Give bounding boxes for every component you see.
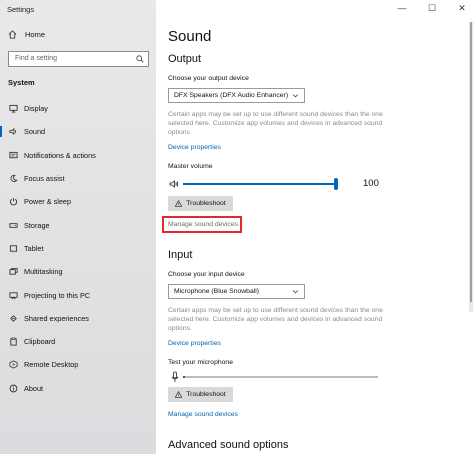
sidebar-item-label: Sound [24,127,46,137]
input-device-value: Microphone (Blue Snowball) [174,288,260,295]
sidebar-item-label: Storage [24,220,50,230]
microphone-level-meter [168,370,398,384]
display-icon [9,105,18,113]
sidebar-item-label: Clipboard [24,337,56,347]
chevron-down-icon [292,94,299,98]
sidebar-item-label: Display [24,104,48,114]
microphone-icon [171,371,179,382]
output-device-select[interactable]: DFX Speakers (DFX Audio Enhancer) [168,88,305,103]
advanced-sound-options-heading: Advanced sound options [168,439,289,451]
sidebar-nav: Display Sound Notifications & actions Fo… [0,97,156,400]
projecting-icon [9,291,18,299]
sidebar-item-clipboard[interactable]: Clipboard [0,330,156,353]
sidebar-item-remote-desktop[interactable]: Remote Desktop [0,353,156,376]
sidebar-item-label: Multitasking [24,267,63,277]
sidebar-item-projecting[interactable]: Projecting to this PC [0,283,156,306]
output-description: Certain apps may be set up to use differ… [168,111,383,136]
home-nav[interactable]: Home [8,30,45,39]
chevron-down-icon [292,290,299,294]
volume-value: 100 [363,178,379,189]
sidebar-item-label: About [24,383,44,393]
sidebar-item-display[interactable]: Display [0,97,156,120]
troubleshoot-label: Troubleshoot [186,200,226,207]
warning-icon [175,391,183,398]
input-device-properties-link[interactable]: Device properties [168,340,221,347]
volume-thumb[interactable] [334,178,338,190]
input-heading: Input [168,249,193,261]
manage-sound-devices-link[interactable]: Manage sound devices [168,221,238,228]
sidebar-item-focus-assist[interactable]: Focus assist [0,167,156,190]
search-icon [136,55,144,63]
input-manage-sound-devices-link[interactable]: Manage sound devices [168,411,238,418]
microphone-track [183,376,378,378]
sidebar-item-label: Tablet [24,243,44,253]
sidebar-item-about[interactable]: About [0,377,156,400]
search-input[interactable]: Find a setting [8,51,149,67]
multitasking-icon [9,268,18,275]
output-device-value: DFX Speakers (DFX Audio Enhancer) [174,92,289,99]
remote-icon [9,360,18,369]
window-title: Settings [7,5,35,14]
output-heading: Output [168,53,202,65]
volume-track [183,183,336,185]
home-label: Home [25,30,46,39]
input-description: Certain apps may be set up to use differ… [168,307,383,332]
input-device-label: Choose your input device [168,271,245,278]
sidebar-item-notifications[interactable]: Notifications & actions [0,144,156,167]
sidebar-item-sound[interactable]: Sound [0,120,156,143]
home-icon [8,30,17,39]
warning-icon [175,200,183,207]
scrollbar-thumb[interactable] [470,22,472,302]
info-icon [9,384,18,393]
speaker-icon [9,128,17,136]
output-device-label: Choose your output device [168,75,249,82]
sidebar-item-multitasking[interactable]: Multitasking [0,260,156,283]
sidebar-item-tablet[interactable]: Tablet [0,237,156,260]
main-content: Sound Output Choose your output device D… [162,0,468,454]
sidebar-item-label: Shared experiences [24,313,89,323]
power-icon [9,198,18,206]
output-device-properties-link[interactable]: Device properties [168,144,221,151]
sidebar-item-label: Notifications & actions [24,150,96,160]
tablet-icon [9,245,18,252]
sidebar-item-label: Power & sleep [24,197,72,207]
input-device-select[interactable]: Microphone (Blue Snowball) [168,284,305,299]
output-troubleshoot-button[interactable]: Troubleshoot [168,196,233,211]
troubleshoot-label: Troubleshoot [186,391,226,398]
sidebar-item-storage[interactable]: Storage [0,213,156,236]
section-label: System [8,78,35,87]
storage-icon [9,222,18,228]
notifications-icon [9,151,18,158]
microphone-level [183,376,185,378]
input-troubleshoot-button[interactable]: Troubleshoot [168,387,233,402]
master-volume-slider[interactable]: 100 [168,177,398,191]
sidebar-item-label: Projecting to this PC [24,290,91,300]
master-volume-label: Master volume [168,163,213,170]
test-microphone-label: Test your microphone [168,359,233,366]
moon-icon [10,174,18,182]
clipboard-icon [10,337,17,346]
sidebar-item-label: Remote Desktop [24,360,79,370]
shared-icon [10,315,17,322]
sidebar-item-shared-experiences[interactable]: Shared experiences [0,307,156,330]
speaker-icon [169,180,179,188]
sidebar-item-label: Focus assist [24,174,65,184]
page-title: Sound [168,28,212,45]
sidebar-item-power-sleep[interactable]: Power & sleep [0,190,156,213]
search-placeholder: Find a setting [15,55,58,62]
